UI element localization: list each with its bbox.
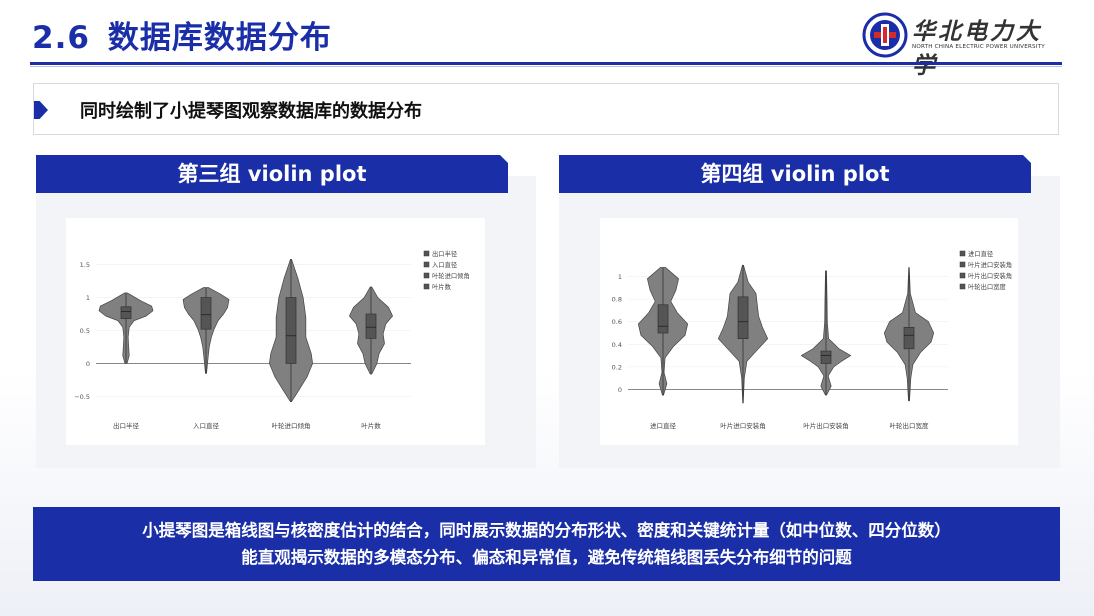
violin-box — [657, 304, 669, 334]
panel-left-header: 第三组 violin plot — [36, 155, 508, 193]
panel-left-title: 第三组 violin plot — [177, 162, 367, 186]
x-tick-label: 入口直径 — [193, 421, 220, 430]
x-tick-label: 叶片数 — [361, 421, 381, 430]
subtitle-box: 同时绘制了小提琴图观察数据库的数据分布 — [33, 83, 1059, 135]
violin-box — [285, 297, 297, 364]
y-tick-label: 0.8 — [612, 296, 622, 304]
university-logo: 华北电力大学 NORTH CHINA ELECTRIC POWER UNIVER… — [860, 10, 1060, 79]
violin-box — [903, 327, 915, 350]
violin-chart-right: 1 0.8 0.6 0.4 0.2 0 进口直径 叶片进口安装角 叶片出口安装角 叶轮出口宽度 进口… — [600, 218, 1018, 445]
violin-chart-left: 1.5 1 0.5 0 −0.5 出口半径 入口直径 叶轮进口倾角 叶片数 出口半径 入口直径 叶轮进… — [66, 218, 485, 445]
y-tick-label: 1.5 — [80, 261, 90, 269]
university-emblem-icon — [862, 12, 908, 58]
legend-label: 叶片进口安装角 — [968, 260, 1012, 269]
footer-line-2: 能直观揭示数据的多模态分布、偏态和异常值，避免传统箱线图丢失分布细节的问题 — [241, 548, 852, 567]
violin-box — [200, 297, 212, 330]
title-text: 数据库数据分布 — [107, 20, 332, 56]
section-number: 2.6 — [32, 20, 90, 56]
x-tick-label: 叶轮进口倾角 — [272, 421, 311, 430]
x-tick-label: 叶片进口安装角 — [720, 421, 766, 430]
legend-swatch — [423, 272, 430, 279]
legend-swatch — [959, 250, 966, 257]
x-tick-label: 叶轮出口宽度 — [890, 421, 930, 430]
y-tick-label: 0.4 — [612, 341, 622, 349]
legend-label: 叶轮进口倾角 — [432, 271, 470, 280]
subtitle-text: 同时绘制了小提琴图观察数据库的数据分布 — [80, 101, 422, 122]
violin-box — [820, 350, 832, 364]
violin-box — [365, 313, 377, 339]
panel-corner-fold — [1023, 155, 1031, 163]
legend-swatch — [423, 283, 430, 290]
logo-name-en: NORTH CHINA ELECTRIC POWER UNIVERSITY — [912, 44, 1045, 50]
legend-swatch — [423, 261, 430, 268]
y-tick-label: 0 — [86, 360, 90, 368]
legend-label: 叶片出口安装角 — [968, 271, 1012, 280]
legend-swatch — [959, 283, 966, 290]
legend-label: 叶轮出口宽度 — [968, 282, 1006, 291]
footer-line-1: 小提琴图是箱线图与核密度估计的结合，同时展示数据的分布形状、密度和关键统计量（如… — [142, 521, 951, 540]
legend-label: 进口直径 — [968, 249, 994, 258]
y-tick-label: 0.2 — [612, 363, 622, 371]
violin-chart-left-svg: 1.510.50−0.5出口半径 入口直径 叶轮进口倾角 叶片数出口半径入口直径叶轮进… — [74, 249, 470, 430]
legend-label: 出口半径 — [432, 249, 458, 258]
violin-chart-right-svg: 10.80.60.40.20进口直径 叶片进口安装角 叶片出口安装角 叶轮出口宽度进口… — [612, 249, 1012, 430]
y-tick-label: 0 — [618, 386, 622, 394]
header-divider — [30, 62, 1062, 65]
panel-right-header: 第四组 violin plot — [559, 155, 1031, 193]
x-tick-label: 进口直径 — [650, 421, 677, 430]
legend-label: 叶片数 — [432, 282, 452, 291]
slide-title: 2.6 数据库数据分布 — [32, 12, 332, 57]
bullet-arrow-icon — [34, 101, 48, 119]
legend-swatch — [959, 261, 966, 268]
legend-label: 入口直径 — [432, 260, 458, 269]
y-tick-label: 1 — [86, 294, 90, 302]
y-tick-label: 0.5 — [80, 327, 90, 335]
violin-box — [120, 306, 132, 319]
legend-swatch — [959, 272, 966, 279]
legend-swatch — [423, 250, 430, 257]
y-tick-label: 1 — [618, 273, 622, 281]
x-tick-label: 出口半径 — [113, 421, 140, 430]
panel-corner-fold — [500, 155, 508, 163]
x-tick-label: 叶片出口安装角 — [803, 421, 849, 430]
violin-box — [737, 296, 749, 339]
y-tick-label: 0.6 — [612, 318, 622, 326]
panel-right-title: 第四组 violin plot — [700, 162, 890, 186]
y-tick-label: −0.5 — [74, 393, 90, 401]
footer-summary-box: 小提琴图是箱线图与核密度估计的结合，同时展示数据的分布形状、密度和关键统计量（如… — [33, 507, 1060, 581]
header-divider-thin — [30, 66, 1062, 67]
